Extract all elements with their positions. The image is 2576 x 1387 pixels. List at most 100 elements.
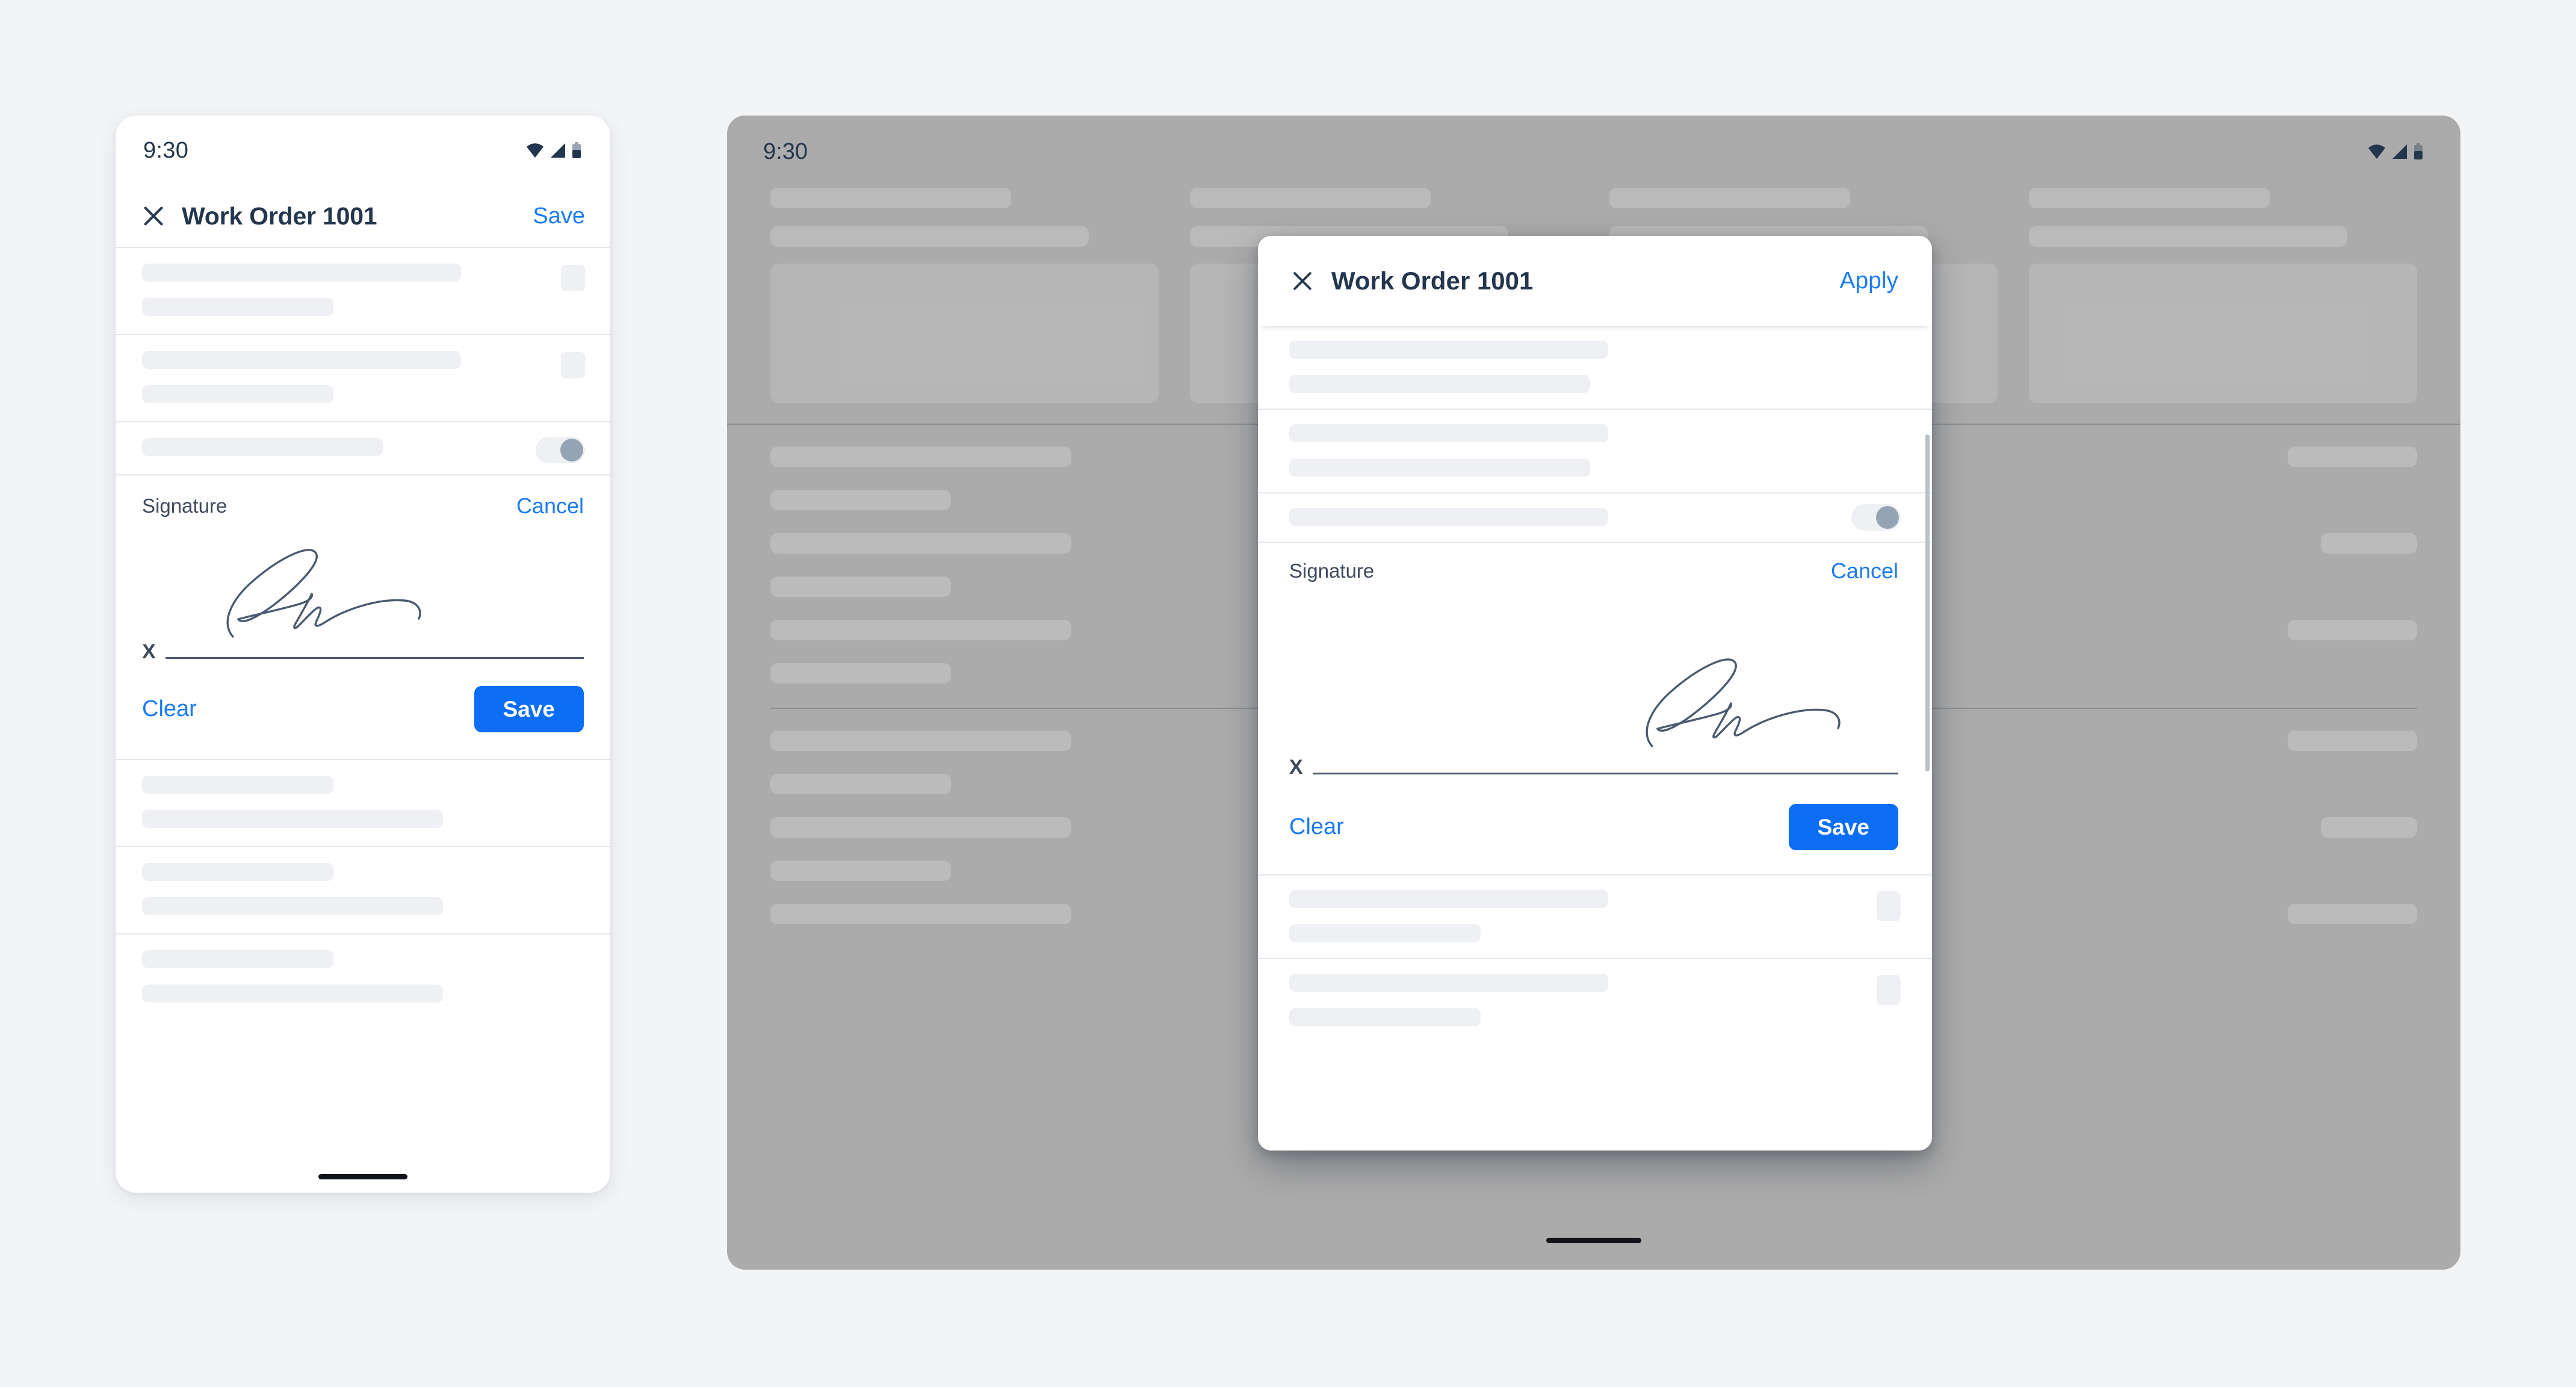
skeleton-bar [142,438,383,456]
phone-form-body: Signature Cancel X Clear Save [116,248,610,1193]
skeleton-bar [770,490,951,510]
phone-app-bar: Work Order 1001 Save [116,185,610,248]
work-order-modal-dialog: Work Order 1001 Apply Signature Cancel X… [1258,236,1932,1151]
skeleton-field-row [116,846,610,933]
signature-canvas[interactable] [116,527,610,664]
signature-header: Signature Cancel [1258,542,1932,590]
phone-status-time: 9:30 [143,137,189,163]
dialog-title: Work Order 1001 [1331,267,1534,295]
signature-actions: Clear Save [116,662,610,759]
skeleton-field-row [116,933,610,1021]
signature-clear-button[interactable]: Clear [1289,814,1344,840]
skeleton-bar [142,385,333,403]
close-icon[interactable] [140,202,167,230]
skeleton-field-row [116,760,610,846]
skeleton-bar [2288,904,2417,924]
skeleton-field-row [1258,409,1932,492]
skeleton-bar [1190,188,1431,208]
skeleton-square [561,352,585,378]
phone-save-action[interactable]: Save [533,203,585,229]
tablet-status-bar: 9:30 [727,116,2460,188]
skeleton-bar [142,264,461,282]
dialog-apply-action[interactable]: Apply [1839,268,1898,294]
skeleton-bar [2029,226,2347,247]
skeleton-bar [1289,890,1608,908]
skeleton-square [1877,975,1901,1005]
phone-home-indicator [318,1174,407,1179]
wifi-icon [2368,144,2385,159]
toggle-switch[interactable] [1851,504,1901,531]
dialog-body: Signature Cancel X Clear Save [1258,326,1932,1151]
skeleton-bar [2321,533,2417,554]
cellular-signal-icon [551,143,565,158]
screenshot-stage: 9:30 Work Order 1001 Save Signature Canc… [0,0,2576,1387]
signature-cancel-link[interactable]: Cancel [1831,558,1898,584]
skeleton-bar [1289,508,1608,526]
skeleton-bar [142,351,461,369]
skeleton-bar [2321,817,2417,838]
close-icon[interactable] [1289,268,1316,294]
skeleton-bar [770,817,1071,838]
dialog-scrollbar[interactable] [1925,434,1930,771]
skeleton-bar [770,663,951,684]
signature-label: Signature [1289,560,1375,582]
tablet-grid-column [2013,188,2433,403]
skeleton-bar [770,774,951,794]
toggle-switch[interactable] [536,437,585,463]
phone-device-frame: 9:30 Work Order 1001 Save Signature Canc… [116,116,610,1193]
signature-section: Signature Cancel X Clear Save [116,474,610,760]
tablet-grid-column [755,188,1174,403]
dialog-app-bar: Work Order 1001 Apply [1258,236,1932,326]
skeleton-field-row [1258,326,1932,409]
skeleton-bar [1289,375,1590,393]
signature-clear-button[interactable]: Clear [142,696,197,722]
skeleton-bar [770,446,1071,467]
skeleton-bar [2029,188,2270,208]
skeleton-bar [2288,731,2417,751]
phone-status-icons [526,142,581,159]
phone-status-bar: 9:30 [116,116,610,185]
signature-canvas[interactable] [1258,590,1932,782]
tablet-home-indicator [1546,1238,1641,1243]
skeleton-bar [770,731,1071,751]
skeleton-bar [1609,188,1850,208]
skeleton-toggle-row [116,421,610,474]
skeleton-bar [770,860,951,881]
battery-icon [2414,143,2423,159]
skeleton-bar [142,863,333,881]
skeleton-bar [1289,974,1608,992]
skeleton-field-row [116,248,610,334]
cellular-signal-icon [2392,144,2407,159]
skeleton-card-block [2029,264,2417,403]
skeleton-bar [142,984,443,1002]
signature-actions: Clear Save [1258,777,1932,876]
skeleton-square [1877,891,1901,921]
skeleton-bar [142,950,333,968]
skeleton-field-row [1258,958,1932,1042]
signature-ink-icon [226,549,421,638]
skeleton-field-row [1258,876,1932,958]
skeleton-bar [770,576,951,597]
skeleton-bar [770,188,1011,208]
tablet-status-time: 9:30 [763,138,808,164]
skeleton-field-row [116,334,610,421]
skeleton-bar [142,810,443,828]
skeleton-card-block [770,264,1159,403]
skeleton-bar [1289,924,1481,942]
skeleton-bar [770,904,1071,924]
skeleton-bar [1289,341,1608,359]
phone-page-title: Work Order 1001 [182,202,377,230]
signature-ink-icon [1646,658,1841,747]
skeleton-square [561,265,585,291]
signature-save-button[interactable]: Save [474,686,584,732]
skeleton-bar [770,533,1071,554]
signature-save-button[interactable]: Save [1788,804,1898,850]
skeleton-bar [2288,620,2417,640]
battery-icon [572,142,581,158]
signature-cancel-link[interactable]: Cancel [516,493,584,519]
skeleton-bar [2288,446,2417,467]
skeleton-bar [142,776,333,794]
skeleton-bar [1289,1008,1481,1026]
dialog-signature-section: Signature Cancel X Clear Save [1258,542,1932,876]
signature-header: Signature Cancel [116,475,610,527]
